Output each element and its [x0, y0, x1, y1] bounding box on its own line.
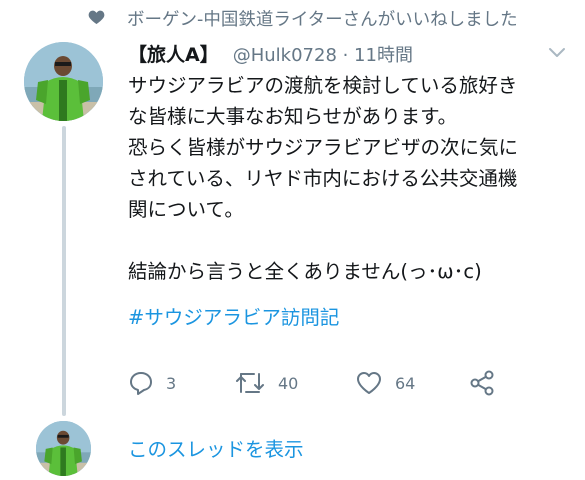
tweet-text-line: サウジアラビアの渡航を検討している旅好き — [128, 74, 518, 97]
social-context-text: ボーゲン-中国鉄道ライターさんがいいねしました — [127, 10, 518, 30]
tweet-page: ボーゲン-中国鉄道ライターさんがいいねしました 【旅人A】 @Hulk0728 … — [0, 0, 585, 480]
display-name[interactable]: 【旅人A】 — [128, 40, 219, 67]
tweet-text-line: 関について。 — [128, 198, 244, 221]
retweet-count: 40 — [278, 373, 299, 393]
reply-button[interactable]: 3 — [128, 368, 176, 398]
retweet-icon — [236, 373, 264, 393]
retweet-button[interactable]: 40 — [234, 368, 298, 398]
tweet-text-line: な皆様に大事なお知らせがあります。 — [128, 105, 458, 128]
reply-icon — [130, 372, 152, 395]
thread-connector — [62, 126, 66, 416]
tweet-header: 【旅人A】 @Hulk0728 · 11時間 — [128, 40, 413, 68]
avatar-small[interactable] — [36, 421, 91, 476]
share-icon — [470, 370, 494, 396]
avatar[interactable] — [24, 42, 103, 121]
tweet-actions: 3 40 64 — [128, 368, 568, 398]
share-button[interactable] — [468, 368, 496, 398]
tweet-text-line: 恐らく皆様がサウジアラビアビザの次に気に — [128, 136, 519, 159]
heart-icon — [88, 10, 105, 25]
reply-count: 3 — [166, 373, 177, 393]
chevron-down-icon[interactable] — [548, 47, 566, 59]
hashtag-link[interactable]: #サウジアラビア訪問記 — [128, 301, 339, 330]
tweet-text-line: されている、リヤド市内における公共交通機 — [128, 167, 518, 190]
heart-outline-icon — [357, 372, 381, 394]
like-button[interactable]: 64 — [355, 368, 415, 398]
handle-and-time[interactable]: @Hulk0728 · 11時間 — [233, 41, 413, 67]
show-thread-link[interactable]: このスレッドを表示 — [128, 433, 304, 462]
tweet-text-line: 結論から言うと全くありません(っ･ω･c) — [128, 260, 482, 283]
social-context: ボーゲン-中国鉄道ライターさんがいいねしました — [0, 0, 585, 34]
tweet-text: サウジアラビアの渡航を検討している旅好き な皆様に大事なお知らせがあります。 恐… — [128, 70, 568, 287]
like-count: 64 — [395, 373, 416, 393]
